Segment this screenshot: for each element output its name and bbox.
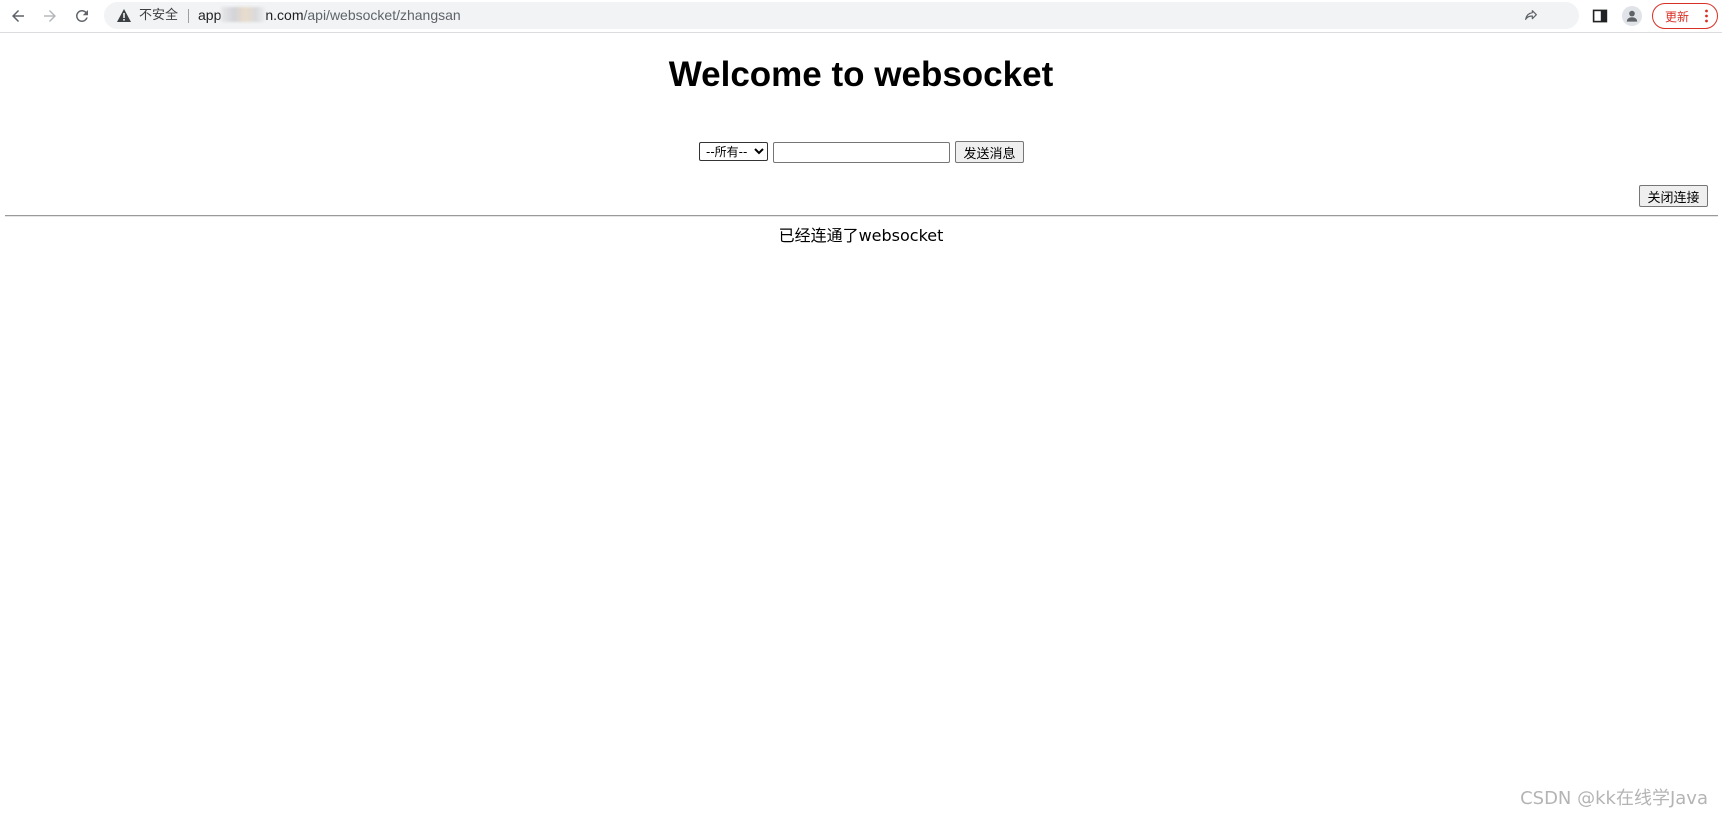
close-connection-button[interactable]: 关闭连接 [1639, 185, 1708, 207]
profile-button[interactable] [1622, 6, 1642, 26]
url-text[interactable]: app n.com/api/websocket/zhangsan [198, 7, 461, 24]
more-vert-icon [1705, 9, 1708, 23]
message-input[interactable] [773, 142, 950, 163]
url-path: /api/websocket/zhangsan [303, 7, 461, 23]
warning-triangle-icon[interactable] [116, 8, 132, 23]
side-panel-icon [1592, 9, 1608, 23]
watermark: CSDN @kk在线学Java [1520, 788, 1708, 809]
address-bar[interactable]: 不安全 app n.com/api/websocket/zhangsan [104, 2, 1671, 29]
share-icon [1525, 10, 1537, 20]
update-label: 更新 [1665, 9, 1690, 24]
page-title: Welcome to websocket [668, 55, 1054, 94]
back-button[interactable] [6, 4, 30, 28]
reload-button[interactable] [70, 4, 94, 28]
divider [5, 215, 1718, 217]
forward-button[interactable] [38, 4, 62, 28]
connection-status-message: 已经连通了websocket [778, 226, 944, 245]
avatar [1622, 6, 1642, 26]
url-host-prefix: app [198, 7, 222, 23]
security-status-label[interactable]: 不安全 [139, 7, 178, 24]
profile-icon [1626, 10, 1638, 22]
send-message-button[interactable]: 发送消息 [955, 141, 1024, 163]
url-redaction [221, 7, 266, 22]
arrow-left-icon [12, 10, 24, 22]
message-form: --所有-- 发送消息 [0, 141, 1722, 163]
share-button[interactable] [1522, 7, 1540, 25]
browser-toolbar: 不安全 app n.com/api/websocket/zhangsan 更新 [0, 0, 1722, 33]
update-button[interactable]: 更新 [1652, 3, 1718, 29]
omnibox-divider [188, 9, 189, 23]
arrow-right-icon [44, 10, 56, 22]
recipient-select[interactable]: --所有-- [699, 142, 768, 161]
url-host-suffix: n.com [265, 7, 304, 23]
side-panel-button[interactable] [1590, 6, 1610, 26]
reload-icon [75, 9, 88, 22]
